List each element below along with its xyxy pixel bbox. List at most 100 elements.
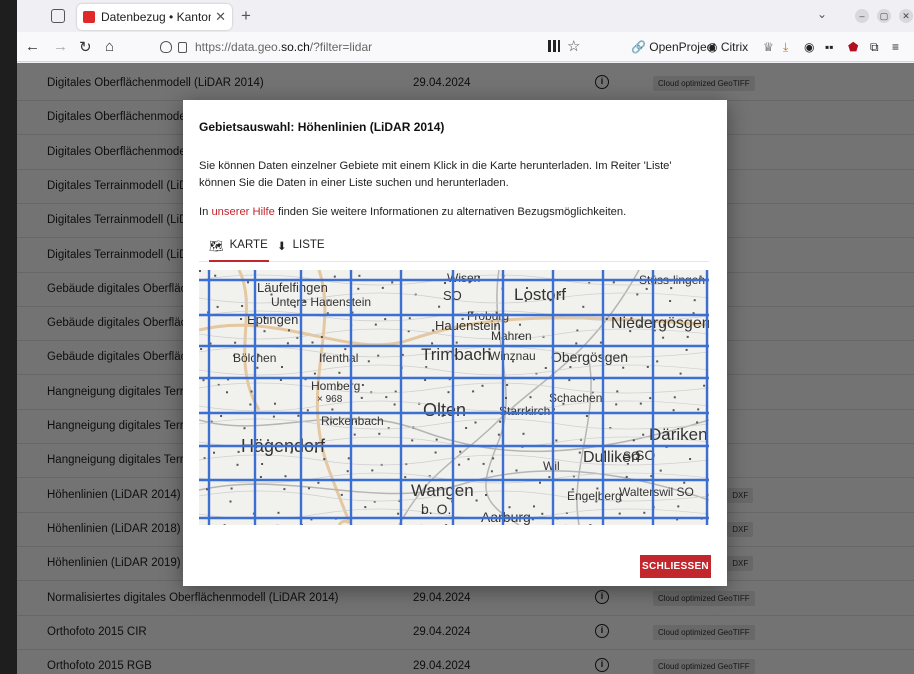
map-place-label: Winznau: [489, 349, 536, 363]
map-building: [541, 512, 544, 515]
puzzle-icon[interactable]: ⧉: [870, 40, 879, 55]
map-building: [284, 475, 287, 478]
map-building: [649, 397, 652, 400]
map-building: [234, 341, 237, 344]
map-building: [200, 348, 203, 350]
map-place-label: Rickenbach: [321, 414, 384, 428]
map-building: [585, 415, 588, 417]
map-building: [643, 511, 646, 514]
dialog-help-text: In unserer Hilfe finden Sie weitere Info…: [199, 206, 627, 218]
map-building: [544, 367, 547, 369]
map-building: [508, 506, 511, 509]
reload-icon[interactable]: ↻: [79, 38, 92, 56]
menu-icon[interactable]: ≡: [892, 40, 899, 54]
map-building: [646, 365, 649, 368]
map-building: [323, 458, 326, 461]
tile-grid-map[interactable]: LäufelfingenUntere HauensteinWisenSOLost…: [199, 270, 709, 525]
tab-list-icon[interactable]: [51, 9, 65, 23]
map-building: [424, 379, 427, 381]
map-building: [216, 305, 219, 308]
map-building: [214, 274, 217, 277]
map-building: [492, 457, 495, 460]
map-building: [615, 403, 618, 406]
map-place-label: b. O.: [421, 501, 451, 517]
url-bar[interactable]: https://data.geo. so.ch/?filter=lidar: [160, 35, 590, 59]
map-building: [683, 481, 686, 484]
bookmark-star-icon[interactable]: ☆: [567, 37, 580, 55]
tab-liste[interactable]: ⬇ LISTE: [277, 239, 325, 262]
map-building: [605, 317, 608, 320]
map-building: [438, 305, 441, 308]
map-building: [522, 432, 525, 435]
download-icon[interactable]: ⤓: [783, 40, 788, 55]
close-button[interactable]: SCHLIESSEN: [640, 555, 711, 578]
map-building: [444, 282, 446, 284]
map-building: [578, 451, 581, 454]
map-building: [467, 458, 470, 461]
map-building: [358, 274, 361, 277]
favicon-icon: [83, 11, 95, 23]
map-building: [669, 300, 672, 302]
ublock-icon[interactable]: ⬟: [848, 40, 858, 54]
tab-close-icon[interactable]: ✕: [215, 9, 226, 25]
qr-code-icon[interactable]: [548, 40, 560, 52]
url-prefix: https://data.geo.: [195, 40, 282, 54]
map-building: [377, 354, 380, 357]
minimize-icon[interactable]: –: [855, 9, 869, 23]
map-building: [360, 396, 363, 399]
help-link[interactable]: unserer Hilfe: [211, 206, 274, 218]
map-building: [485, 494, 487, 496]
map-building: [236, 463, 239, 466]
map-building: [311, 341, 314, 344]
lock-icon[interactable]: [178, 41, 187, 53]
close-window-icon[interactable]: ✕: [899, 9, 913, 23]
citrix-extension[interactable]: ◉ Citrix: [707, 40, 748, 54]
map-building: [361, 384, 364, 386]
map-building: [206, 488, 208, 491]
map-building: [474, 421, 477, 424]
map-building: [371, 469, 374, 472]
chevron-down-icon[interactable]: ⌄: [817, 7, 827, 21]
forward-icon[interactable]: →: [53, 38, 68, 55]
map-building: [367, 360, 370, 363]
map-place-label: Mahren: [491, 329, 532, 343]
map-building: [636, 293, 639, 296]
map-building: [272, 415, 275, 418]
back-icon[interactable]: ←: [25, 38, 40, 55]
map-place-label: Däriken: [649, 425, 708, 444]
map-building: [679, 372, 682, 375]
map-building: [283, 488, 286, 491]
map-building: [344, 348, 347, 351]
browser-tab[interactable]: Datenbezug • Kanton Sol ✕: [77, 4, 232, 30]
map-building: [569, 366, 572, 369]
tab-karte[interactable]: 🗺 KARTE: [209, 239, 269, 262]
map-building: [685, 348, 688, 351]
map-building: [672, 409, 675, 412]
map-building: [259, 476, 262, 478]
map-building: [432, 329, 435, 332]
account-icon[interactable]: ◉: [804, 40, 814, 54]
map-building: [656, 360, 659, 363]
map-building: [548, 476, 551, 479]
map-building: [381, 286, 384, 289]
map-building: [455, 341, 458, 344]
map-building: [445, 524, 448, 525]
home-icon[interactable]: ⌂: [105, 38, 114, 55]
map-building: [199, 270, 201, 272]
map-building: [612, 281, 615, 284]
map-building: [589, 524, 592, 525]
map-building: [472, 390, 475, 393]
maximize-icon[interactable]: ▢: [877, 9, 891, 23]
area-selection-dialog: Gebietsauswahl: Höhenlinien (LiDAR 2014)…: [183, 100, 727, 586]
map-building: [385, 396, 388, 399]
openproject-extension[interactable]: 🔗 OpenProject: [631, 40, 716, 54]
map-building: [297, 414, 300, 417]
map-icon: 🗺: [209, 241, 224, 253]
map-view[interactable]: LäufelfingenUntere HauensteinWisenSOLost…: [199, 270, 709, 525]
map-building: [320, 336, 323, 338]
extension-icon-1[interactable]: ♕: [763, 40, 774, 54]
map-building: [277, 511, 280, 514]
shield-icon[interactable]: [160, 41, 172, 53]
new-tab-icon[interactable]: +: [241, 6, 251, 26]
extension-icon-2[interactable]: ▪▪: [825, 40, 834, 54]
